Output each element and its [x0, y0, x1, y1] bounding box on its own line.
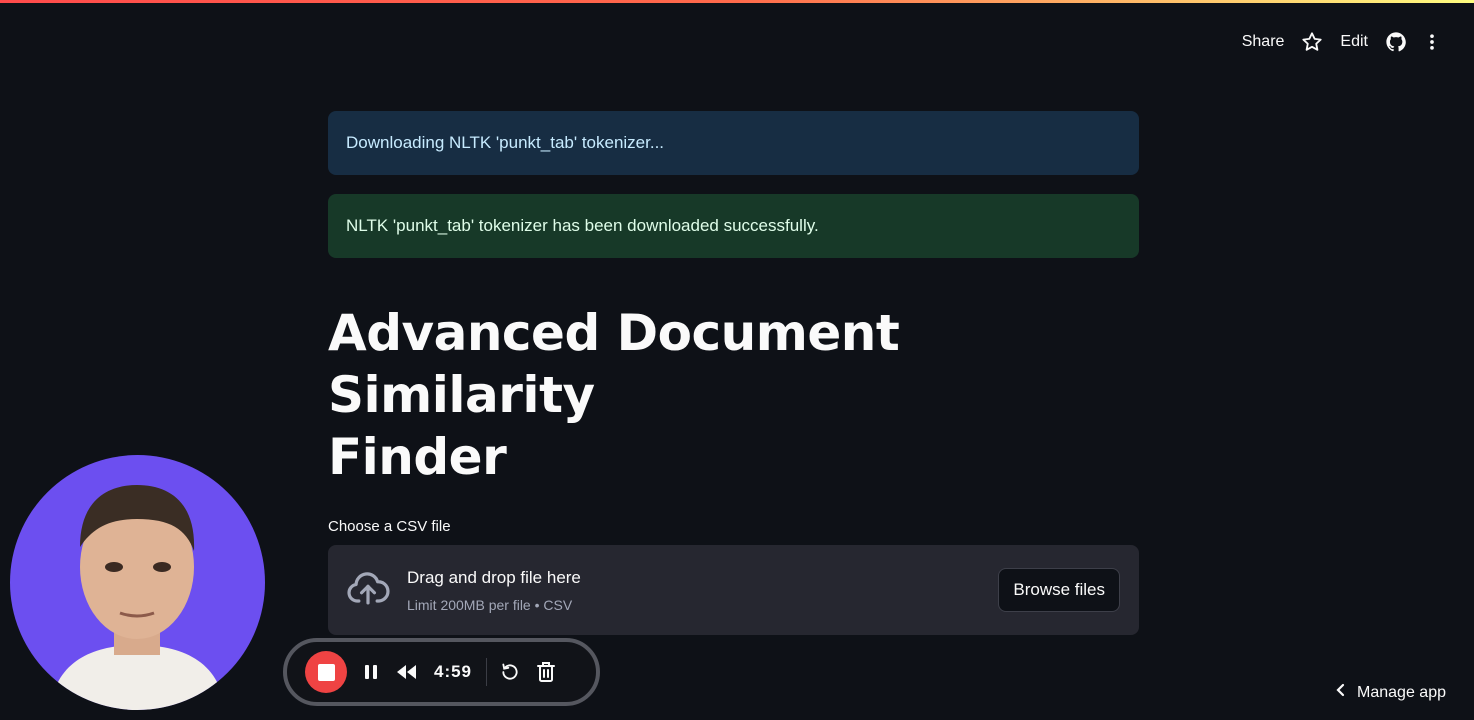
webcam-overlay	[10, 455, 265, 710]
page-title: Advanced Document Similarity Finder	[328, 302, 1139, 488]
restart-icon[interactable]	[492, 654, 528, 690]
stop-icon	[317, 663, 335, 681]
pause-icon[interactable]	[353, 654, 389, 690]
info-alert-text: Downloading NLTK 'punkt_tab' tokenizer..…	[346, 133, 665, 152]
app-toolbar: Share Edit	[1232, 24, 1450, 60]
github-icon[interactable]	[1378, 24, 1414, 60]
dropzone-text: Drag and drop file here Limit 200MB per …	[407, 568, 581, 613]
edit-button[interactable]: Edit	[1330, 27, 1378, 57]
dropzone-limit-text: Limit 200MB per file • CSV	[407, 596, 573, 613]
main-content: Downloading NLTK 'punkt_tab' tokenizer..…	[328, 111, 1139, 635]
stop-recording-button[interactable]	[305, 651, 347, 693]
cloud-upload-icon	[346, 568, 390, 612]
info-alert: Downloading NLTK 'punkt_tab' tokenizer..…	[328, 111, 1139, 175]
page-title-line-2: Finder	[328, 428, 507, 486]
manage-app-label: Manage app	[1357, 683, 1446, 701]
page-title-line-1: Advanced Document Similarity	[328, 304, 900, 424]
recording-timer: 4:59	[433, 662, 473, 681]
success-alert-text: NLTK 'punkt_tab' tokenizer has been down…	[346, 216, 819, 235]
file-dropzone[interactable]: Drag and drop file here Limit 200MB per …	[328, 545, 1139, 635]
share-button[interactable]: Share	[1232, 27, 1295, 57]
success-alert: NLTK 'punkt_tab' tokenizer has been down…	[328, 194, 1139, 258]
trash-icon[interactable]	[528, 654, 564, 690]
file-uploader-label: Choose a CSV file	[328, 518, 451, 535]
more-vertical-icon[interactable]	[1414, 24, 1450, 60]
header-decoration-stripe	[0, 0, 1474, 3]
screen-recorder-controls: 4:59	[283, 638, 600, 706]
dropzone-instructions: Drag and drop file here	[407, 567, 581, 587]
recorder-divider	[486, 658, 487, 686]
star-icon[interactable]	[1294, 24, 1330, 60]
chevron-left-icon	[1335, 683, 1347, 702]
browse-files-button[interactable]: Browse files	[998, 568, 1120, 612]
manage-app-button[interactable]: Manage app	[1335, 683, 1446, 702]
rewind-icon[interactable]	[389, 654, 425, 690]
person-avatar-illustration	[50, 485, 225, 710]
